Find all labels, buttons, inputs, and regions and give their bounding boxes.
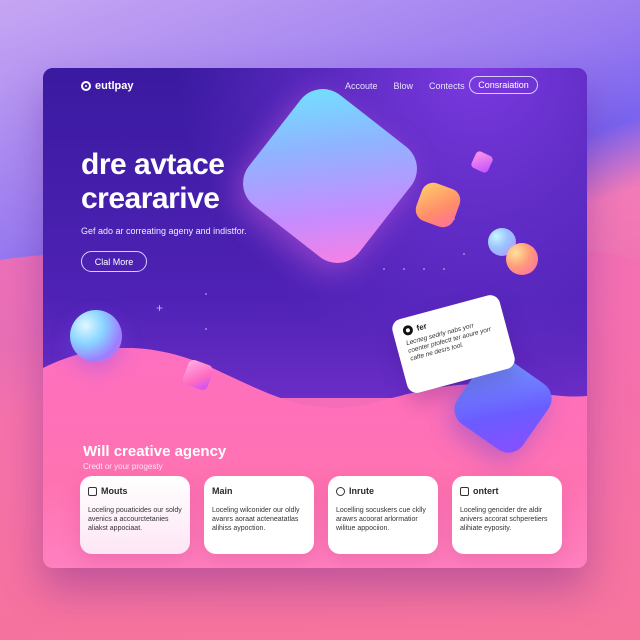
feature-card-ontert[interactable]: ontert Loceling gencider dre aldir anive… <box>452 476 562 554</box>
feature-card-title: Main <box>212 486 233 496</box>
feature-card-text: Loceling pouaticides our soldy avenics a… <box>88 507 182 532</box>
chat-icon <box>460 486 469 496</box>
orange-sphere-shape <box>506 243 538 275</box>
section-title: Will creative agency <box>83 443 227 460</box>
speckle <box>443 268 445 270</box>
logo-icon <box>81 81 91 91</box>
section-subtitle: Credt or your progesty <box>83 462 163 471</box>
nav-link-accoute[interactable]: Accoute <box>345 81 378 91</box>
feature-card-inrute[interactable]: Inrute Locelling socuskers cue cklly ara… <box>328 476 438 554</box>
hero-title-line-2: creararive <box>81 182 220 215</box>
brand-logo[interactable]: eutlpay <box>81 80 134 92</box>
feature-card-title: Mouts <box>101 486 128 496</box>
feature-card-title: ontert <box>473 486 499 496</box>
feature-card-main[interactable]: Main Loceling wilconider our oldly avanr… <box>204 476 314 554</box>
speckle <box>463 253 465 255</box>
feature-card-header: ontert <box>460 486 554 496</box>
nav-link-blow[interactable]: Blow <box>394 81 414 91</box>
feature-card-title: Inrute <box>349 486 375 496</box>
hero-subtitle: Gef ado ar correating ageny and indistfo… <box>81 226 247 236</box>
feature-cards: Mouts Loceling pouaticides our soldy ave… <box>80 476 562 554</box>
feature-card-text: Locelling socuskers cue cklly arawrs aco… <box>336 507 426 532</box>
document-icon <box>88 486 97 496</box>
feature-card-mouts[interactable]: Mouts Loceling pouaticides our soldy ave… <box>80 476 190 554</box>
consultation-button[interactable]: Consraiation <box>469 76 538 94</box>
hero-title-line-1: dre avtace <box>81 148 225 181</box>
large-sphere-shape <box>70 310 122 362</box>
speckle <box>423 268 425 270</box>
hero-title: dre avtace creararive <box>81 148 225 216</box>
feature-card-header: Mouts <box>88 486 182 496</box>
plus-sparkle-icon: + <box>156 301 164 315</box>
speckle <box>205 328 207 330</box>
note-label: fer <box>415 321 428 333</box>
feature-card-header: Inrute <box>336 486 430 496</box>
brand-name: eutlpay <box>95 80 134 92</box>
settings-icon <box>336 486 345 496</box>
note-icon <box>401 324 415 337</box>
nav-links: Accoute Blow Contects <box>345 81 465 91</box>
feature-card-text: Loceling gencider dre aldir anivers acco… <box>460 507 548 532</box>
speckle <box>205 293 207 295</box>
feature-card-header: Main <box>212 486 306 496</box>
landing-card: + eutlpay Accoute Blow Contects Consraia… <box>43 68 587 568</box>
speckle <box>403 268 405 270</box>
feature-card-text: Loceling wilconider our oldly avanrs aor… <box>212 507 300 532</box>
speckle <box>383 268 385 270</box>
nav-link-contects[interactable]: Contects <box>429 81 465 91</box>
learn-more-button[interactable]: Clal More <box>81 251 147 272</box>
